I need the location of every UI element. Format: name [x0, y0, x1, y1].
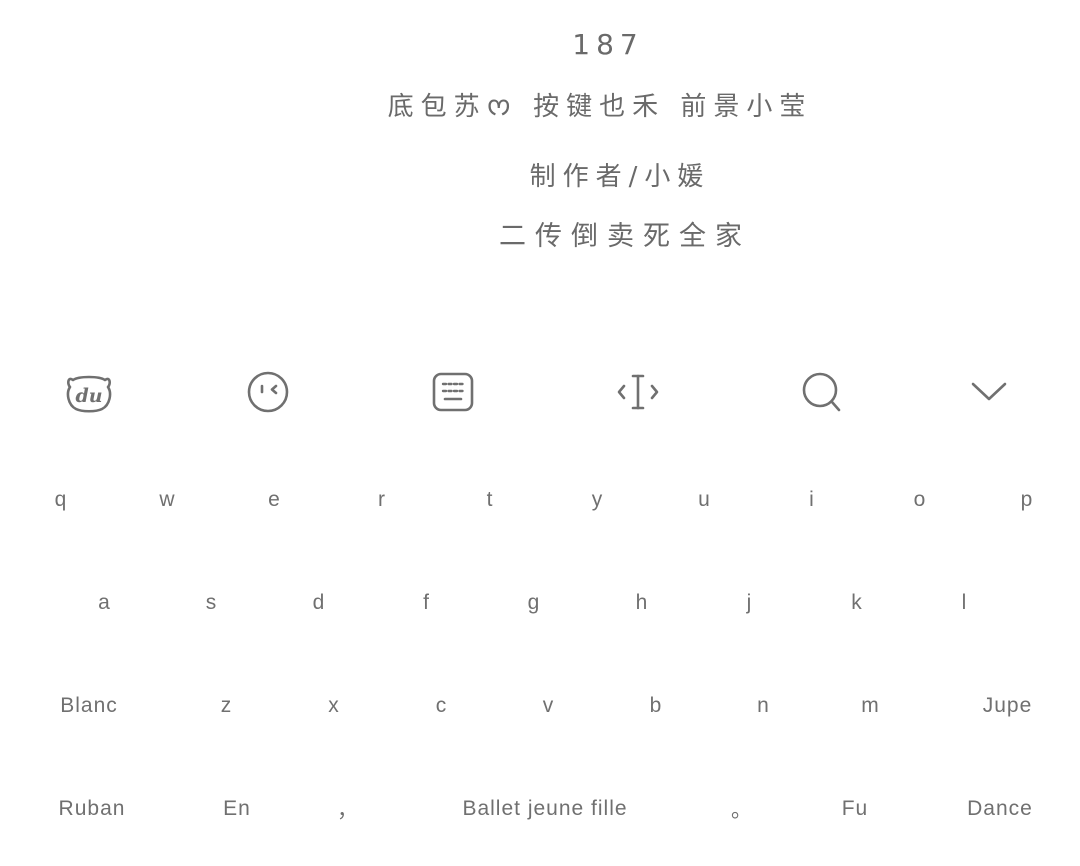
key-c[interactable]: c [388, 656, 495, 756]
keyboard-layout-button[interactable] [421, 360, 485, 424]
key-m[interactable]: m [817, 656, 924, 756]
key-z[interactable]: z [173, 656, 280, 756]
key-l[interactable]: l [911, 553, 1018, 653]
comma-key[interactable]: ， [298, 759, 398, 859]
key-b[interactable]: b [602, 656, 710, 756]
theme-credits: 底包苏ᰔ 按键也禾 前景小莹 [387, 92, 813, 122]
keyboard: q w e r t y u i o p a s d f g h j k l Bl… [0, 450, 1080, 866]
theme-note: 二传倒卖死全家 [499, 221, 751, 252]
key-j[interactable]: j [696, 553, 803, 653]
key-s[interactable]: s [158, 553, 265, 653]
theme-author: 制作者/小媛 [529, 162, 711, 192]
key-f[interactable]: f [373, 553, 480, 653]
theme-number: 187 [572, 28, 644, 61]
watermark-header: 187 底包苏ᰔ 按键也禾 前景小莹 制作者/小媛 二传倒卖死全家 [0, 0, 1080, 300]
language-switch-key[interactable]: En [183, 759, 291, 859]
space-key[interactable]: Ballet jeune fille [405, 759, 685, 859]
symbol-key[interactable]: Ruban [28, 759, 156, 859]
keyboard-layout-icon [432, 372, 474, 412]
chevron-down-icon [971, 382, 1007, 401]
collapse-keyboard-button[interactable] [957, 360, 1021, 424]
fu-key[interactable]: Fu [800, 759, 910, 859]
cursor-move-icon [617, 374, 659, 410]
key-d[interactable]: d [265, 553, 373, 653]
search-button[interactable] [790, 360, 854, 424]
key-w[interactable]: w [114, 450, 221, 550]
key-g[interactable]: g [480, 553, 588, 653]
key-x[interactable]: x [280, 656, 388, 756]
key-n[interactable]: n [710, 656, 817, 756]
keyboard-toolbar: du [0, 360, 1080, 424]
key-e[interactable]: e [221, 450, 328, 550]
shift-key[interactable]: Blanc [28, 656, 150, 756]
emoji-button[interactable] [236, 360, 300, 424]
key-v[interactable]: v [495, 656, 602, 756]
key-p[interactable]: p [974, 450, 1080, 550]
enter-key[interactable]: Dance [935, 759, 1065, 859]
key-o[interactable]: o [866, 450, 974, 550]
delete-key[interactable]: Jupe [945, 656, 1070, 756]
period-key[interactable]: 。 [692, 759, 792, 859]
key-h[interactable]: h [588, 553, 696, 653]
du-bear-logo-icon: du [66, 375, 112, 413]
key-u[interactable]: u [651, 450, 758, 550]
key-t[interactable]: t [436, 450, 544, 550]
key-a[interactable]: a [51, 553, 158, 653]
key-q[interactable]: q [8, 450, 114, 550]
key-y[interactable]: y [544, 450, 651, 550]
cursor-move-button[interactable] [606, 360, 670, 424]
du-logo-button[interactable]: du [57, 360, 121, 424]
svg-text:du: du [75, 385, 102, 407]
key-i[interactable]: i [758, 450, 866, 550]
emoji-face-icon [247, 371, 289, 413]
search-icon [802, 372, 841, 412]
key-r[interactable]: r [328, 450, 436, 550]
key-k[interactable]: k [803, 553, 911, 653]
